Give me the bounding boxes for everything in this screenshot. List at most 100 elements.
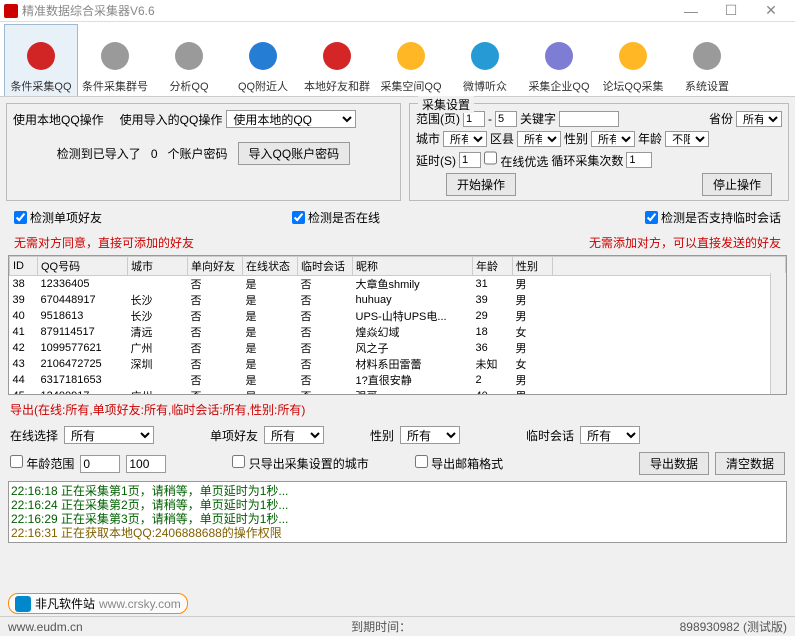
keyword-label: 关键字: [520, 110, 556, 127]
toolbar-weibo[interactable]: 微博听众: [448, 24, 522, 96]
close-button[interactable]: ✕: [751, 2, 791, 19]
app-icon: [4, 4, 18, 18]
export-online-select[interactable]: 所有: [64, 426, 154, 444]
book-icon: [317, 36, 357, 76]
online-pref-checkbox[interactable]: 在线优选: [484, 150, 548, 170]
county-label: 区县: [490, 130, 514, 147]
export-temp-select[interactable]: 所有: [580, 426, 640, 444]
table-row[interactable]: 41879114517清远否是否煌焱幻域18女: [10, 324, 786, 340]
loop-input[interactable]: [626, 152, 652, 168]
keyword-input[interactable]: [559, 111, 619, 127]
log-line: 22:16:31 正在获取本地QQ:2406888688的操作权限: [11, 526, 784, 540]
import-account-button[interactable]: 导入QQ账户密码: [238, 142, 351, 165]
maximize-button[interactable]: ☐: [711, 2, 751, 19]
status-url: www.eudm.cn: [8, 620, 83, 634]
toolbar-pin[interactable]: QQ附近人: [226, 24, 300, 96]
gear-icon: [687, 36, 727, 76]
range-to-input[interactable]: [495, 111, 517, 127]
table-row[interactable]: 4512400917广州否是否强哥40男: [10, 388, 786, 395]
export-title: 导出(在线:所有,单项好友:所有,临时会话:所有,性别:所有): [6, 399, 789, 420]
col-header[interactable]: 昵称: [353, 257, 473, 276]
check-single-friend[interactable]: 检测单项好友: [14, 209, 102, 226]
col-header[interactable]: 在线状态: [243, 257, 298, 276]
col-header[interactable]: 性别: [513, 257, 553, 276]
mail-format-checkbox[interactable]: 导出邮箱格式: [415, 455, 503, 472]
col-header[interactable]: 城市: [128, 257, 188, 276]
toolbar-star[interactable]: 采集空间QQ: [374, 24, 448, 96]
export-single-select[interactable]: 所有: [264, 426, 324, 444]
data-table[interactable]: IDQQ号码城市单向好友在线状态临时会话昵称年龄性别3812336405否是否大…: [8, 255, 787, 395]
col-header[interactable]: 年龄: [473, 257, 513, 276]
toolbar-doc[interactable]: 分析QQ: [152, 24, 226, 96]
red-hint-2: 无需添加对方，可以直接发送的好友: [589, 234, 781, 251]
table-scrollbar[interactable]: [770, 273, 786, 394]
robot-icon: [21, 36, 61, 76]
window-title: 精准数据综合采集器V6.6: [22, 2, 671, 19]
table-row[interactable]: 446317181653否是否1?直很安静2男: [10, 372, 786, 388]
log-line: 22:16:29 正在采集第3页，请稍等，单页延时为1秒...: [11, 512, 784, 526]
export-temp-label: 临时会话: [526, 427, 574, 444]
toolbar-book[interactable]: 本地好友和群: [300, 24, 374, 96]
table-row[interactable]: 3812336405否是否大章鱼shmily31男: [10, 276, 786, 293]
export-button[interactable]: 导出数据: [639, 452, 709, 475]
age-select[interactable]: 不限: [665, 131, 709, 147]
col-header[interactable]: 临时会话: [298, 257, 353, 276]
col-header[interactable]: ID: [10, 257, 38, 276]
province-select[interactable]: 所有: [736, 111, 782, 127]
weibo-icon: [465, 36, 505, 76]
status-expire: 到期时间：: [351, 618, 411, 635]
table-row[interactable]: 432106472725深圳否是否材料系田雷蕾未知女: [10, 356, 786, 372]
toolbar-globe[interactable]: 采集企业QQ: [522, 24, 596, 96]
clear-button[interactable]: 清空数据: [715, 452, 785, 475]
detect-count: 0: [151, 147, 158, 161]
doc-icon: [169, 36, 209, 76]
detect-a: 检测到已导入了: [57, 145, 141, 162]
table-row[interactable]: 409518613长沙否是否UPS-山特UPS电...29男: [10, 308, 786, 324]
red-hint-1: 无需对方同意，直接可添加的好友: [14, 234, 194, 251]
city-label: 城市: [416, 130, 440, 147]
age-from-input[interactable]: [80, 455, 120, 473]
age-label: 年龄: [638, 130, 662, 147]
export-sex-select[interactable]: 所有: [400, 426, 460, 444]
star-icon: [391, 36, 431, 76]
use-import-label: 使用导入的QQ操作: [120, 111, 223, 128]
pin-icon: [243, 36, 283, 76]
only-city-checkbox[interactable]: 只导出采集设置的城市: [232, 455, 368, 472]
collect-legend: 采集设置: [418, 96, 474, 113]
table-row[interactable]: 421099577621广州否是否风之子36男: [10, 340, 786, 356]
delay-input[interactable]: [459, 152, 481, 168]
detect-b: 个账户密码: [168, 145, 228, 162]
use-local-label: 使用本地QQ操作: [13, 111, 104, 128]
toolbar-gear[interactable]: 系统设置: [670, 24, 744, 96]
table-row[interactable]: 39670448917长沙否是否huhuay39男: [10, 292, 786, 308]
city-select[interactable]: 所有: [443, 131, 487, 147]
qq-mode-select[interactable]: 使用本地的QQ: [226, 110, 356, 128]
log-line: 22:16:18 正在采集第1页，请稍等，单页延时为1秒...: [11, 484, 784, 498]
col-header[interactable]: QQ号码: [38, 257, 128, 276]
delay-label: 延时(S): [416, 152, 456, 169]
province-label: 省份: [709, 110, 733, 127]
toolbar-qq[interactable]: 论坛QQ采集: [596, 24, 670, 96]
age-range-checkbox[interactable]: 年龄范围: [10, 455, 74, 472]
qq-icon: [613, 36, 653, 76]
county-select[interactable]: 所有: [517, 131, 561, 147]
loop-label: 循环采集次数: [551, 152, 623, 169]
stop-button[interactable]: 停止操作: [702, 173, 772, 196]
check-online[interactable]: 检测是否在线: [292, 209, 380, 226]
people-icon: [95, 36, 135, 76]
sex-label: 性别: [564, 130, 588, 147]
toolbar-robot[interactable]: 条件采集QQ: [4, 24, 78, 96]
log-line: 22:16:24 正在采集第2页，请稍等，单页延时为1秒...: [11, 498, 784, 512]
start-button[interactable]: 开始操作: [446, 173, 516, 196]
col-header[interactable]: 单向好友: [188, 257, 243, 276]
export-sex-label: 性别: [370, 427, 394, 444]
age-to-input[interactable]: [126, 455, 166, 473]
minimize-button[interactable]: —: [671, 3, 711, 19]
toolbar-people[interactable]: 条件采集群号: [78, 24, 152, 96]
export-online-label: 在线选择: [10, 427, 58, 444]
check-temp-session[interactable]: 检测是否支持临时会话: [645, 209, 781, 226]
log-area[interactable]: 22:16:18 正在采集第1页，请稍等，单页延时为1秒...22:16:24 …: [8, 481, 787, 543]
watermark-icon: [15, 596, 31, 612]
export-single-label: 单项好友: [210, 427, 258, 444]
sex-select[interactable]: 所有: [591, 131, 635, 147]
